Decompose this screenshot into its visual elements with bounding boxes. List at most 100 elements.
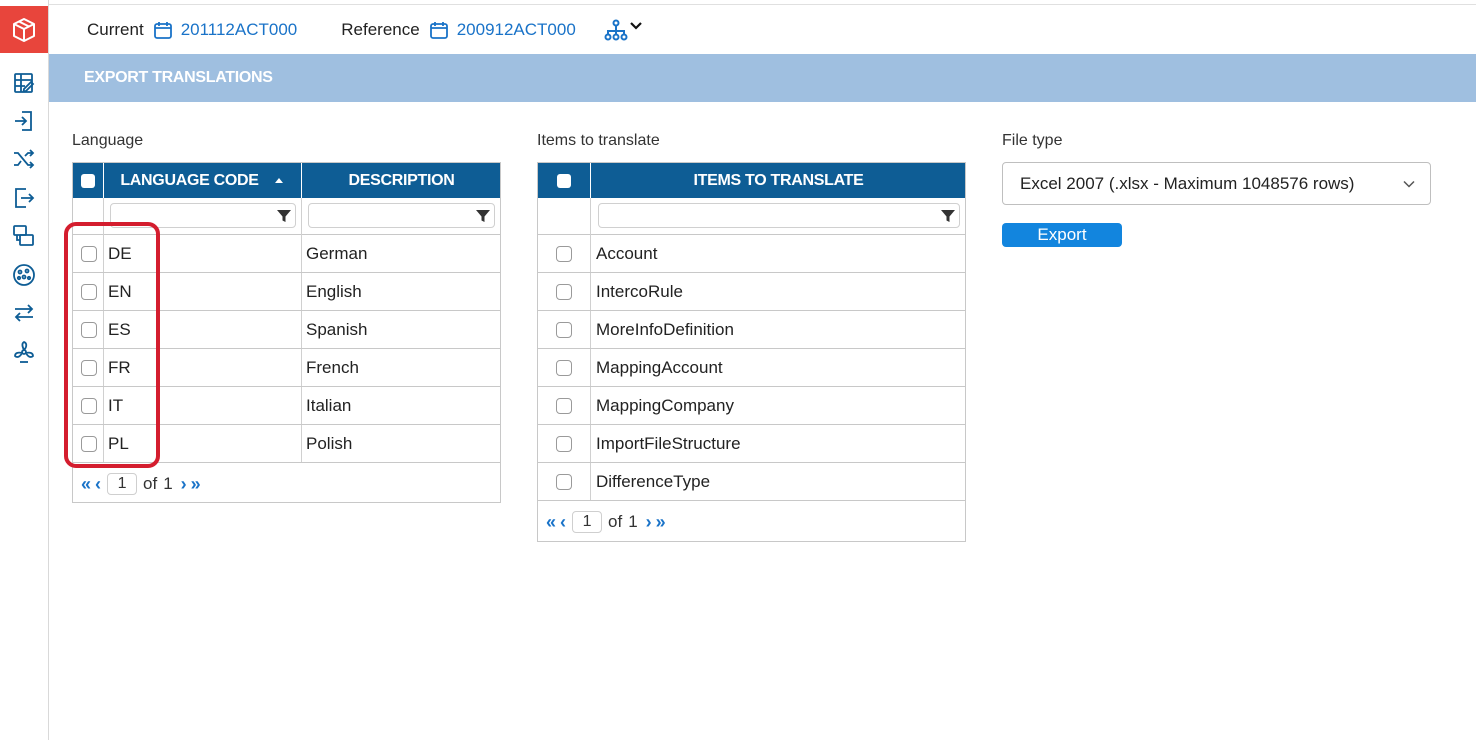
table-row[interactable]: PL Polish — [73, 425, 500, 463]
file-type-label: File type — [1002, 132, 1063, 149]
hierarchy-dropdown[interactable] — [604, 18, 644, 42]
page-title: EXPORT TRANSLATIONS — [84, 69, 273, 86]
filter-row — [538, 198, 965, 235]
description-cell: Polish — [306, 433, 353, 453]
column-header-language-code[interactable]: LANGUAGE CODE — [104, 163, 302, 198]
layers-icon[interactable] — [11, 223, 37, 249]
of-label: of — [143, 474, 158, 493]
row-checkbox[interactable] — [556, 322, 572, 338]
next-page-icon[interactable]: › — [179, 474, 189, 495]
table-row[interactable]: ES Spanish — [73, 311, 500, 349]
description-filter-input[interactable] — [308, 203, 495, 228]
filter-icon[interactable] — [475, 208, 491, 224]
prev-page-icon[interactable]: ‹ — [93, 474, 103, 495]
grid-edit-icon[interactable] — [11, 70, 37, 96]
language-code-cell: ES — [108, 319, 131, 339]
file-type-selected-value: Excel 2007 (.xlsx - Maximum 1048576 rows… — [1020, 173, 1355, 193]
language-code-cell: FR — [108, 357, 131, 377]
table-row[interactable]: IT Italian — [73, 387, 500, 425]
language-pager: « ‹ 1 of 1 › » — [79, 472, 203, 496]
column-header-items[interactable]: ITEMS TO TRANSLATE — [591, 163, 966, 198]
shuffle-icon[interactable] — [11, 146, 37, 172]
table-row[interactable]: EN English — [73, 273, 500, 311]
cube-logo-icon — [13, 17, 35, 42]
current-label: Current — [87, 19, 144, 39]
grid-header: LANGUAGE CODE DESCRIPTION — [73, 163, 500, 198]
first-page-icon[interactable]: « — [544, 512, 558, 533]
table-row[interactable]: MappingAccount — [538, 349, 965, 387]
table-row[interactable]: DifferenceType — [538, 463, 965, 501]
current-period-link[interactable]: 201112ACT000 — [181, 20, 298, 40]
reference-label: Reference — [341, 19, 420, 39]
row-checkbox[interactable] — [556, 398, 572, 414]
total-pages: 1 — [628, 512, 638, 531]
row-checkbox[interactable] — [556, 284, 572, 300]
calendar-icon[interactable] — [153, 20, 173, 40]
table-row[interactable]: FR French — [73, 349, 500, 387]
page-input[interactable]: 1 — [572, 511, 603, 533]
item-name-cell: ImportFileStructure — [596, 433, 741, 453]
items-pager: « ‹ 1 of 1 › » — [544, 510, 668, 534]
row-checkbox[interactable] — [81, 284, 97, 300]
language-code-cell: EN — [108, 281, 132, 301]
file-type-select[interactable]: Excel 2007 (.xlsx - Maximum 1048576 rows… — [1002, 162, 1431, 205]
language-code-cell: PL — [108, 433, 129, 453]
description-cell: English — [306, 281, 362, 301]
column-header-label: LANGUAGE CODE — [120, 171, 259, 189]
chevron-down-icon — [1403, 180, 1415, 188]
row-checkbox[interactable] — [556, 246, 572, 262]
table-row[interactable]: MoreInfoDefinition — [538, 311, 965, 349]
items-section-label: Items to translate — [537, 132, 660, 149]
row-checkbox[interactable] — [556, 436, 572, 452]
select-all-checkbox[interactable] — [538, 163, 591, 198]
login-icon[interactable] — [11, 108, 37, 134]
next-page-icon[interactable]: › — [644, 512, 654, 533]
chevron-down-icon — [630, 21, 642, 30]
app-logo[interactable] — [0, 6, 48, 53]
items-filter-input[interactable] — [598, 203, 960, 228]
export-button[interactable]: Export — [1002, 223, 1122, 247]
sort-ascending-icon — [274, 177, 283, 183]
swap-icon[interactable] — [11, 300, 37, 326]
description-cell: Italian — [306, 395, 352, 415]
table-row[interactable]: ImportFileStructure — [538, 425, 965, 463]
sidebar — [0, 0, 49, 740]
table-row[interactable]: MappingCompany — [538, 387, 965, 425]
language-section-label: Language — [72, 132, 144, 149]
language-code-filter-input[interactable] — [110, 203, 296, 228]
filter-icon[interactable] — [276, 208, 292, 224]
row-checkbox[interactable] — [81, 360, 97, 376]
logout-icon[interactable] — [11, 185, 37, 211]
select-all-checkbox[interactable] — [73, 163, 104, 198]
table-row[interactable]: DE German — [73, 235, 500, 273]
row-checkbox[interactable] — [81, 436, 97, 452]
header-bar: Current 201112ACT000 Reference 200912ACT… — [49, 5, 1476, 54]
reference-period-link[interactable]: 200912ACT000 — [457, 20, 576, 40]
language-code-cell: IT — [108, 395, 124, 415]
item-name-cell: MoreInfoDefinition — [596, 319, 734, 339]
column-header-description[interactable]: DESCRIPTION — [302, 163, 501, 198]
column-header-label: ITEMS TO TRANSLATE — [693, 171, 864, 189]
page-banner: EXPORT TRANSLATIONS — [49, 54, 1476, 102]
language-code-cell: DE — [108, 243, 132, 263]
filter-icon[interactable] — [940, 208, 956, 224]
description-cell: French — [306, 357, 359, 377]
prev-page-icon[interactable]: ‹ — [558, 512, 568, 533]
table-row[interactable]: Account — [538, 235, 965, 273]
row-checkbox[interactable] — [81, 322, 97, 338]
row-checkbox[interactable] — [81, 398, 97, 414]
globe-icon[interactable] — [11, 262, 37, 288]
last-page-icon[interactable]: » — [189, 474, 203, 495]
items-grid: ITEMS TO TRANSLATE Account IntercoRule Mor… — [537, 162, 966, 542]
fan-icon[interactable] — [11, 339, 37, 365]
page-input[interactable]: 1 — [107, 473, 138, 495]
filter-row — [73, 198, 500, 235]
row-checkbox[interactable] — [81, 246, 97, 262]
row-checkbox[interactable] — [556, 360, 572, 376]
first-page-icon[interactable]: « — [79, 474, 93, 495]
last-page-icon[interactable]: » — [654, 512, 668, 533]
item-name-cell: MappingAccount — [596, 357, 723, 377]
calendar-icon[interactable] — [429, 20, 449, 40]
table-row[interactable]: IntercoRule — [538, 273, 965, 311]
row-checkbox[interactable] — [556, 474, 572, 490]
